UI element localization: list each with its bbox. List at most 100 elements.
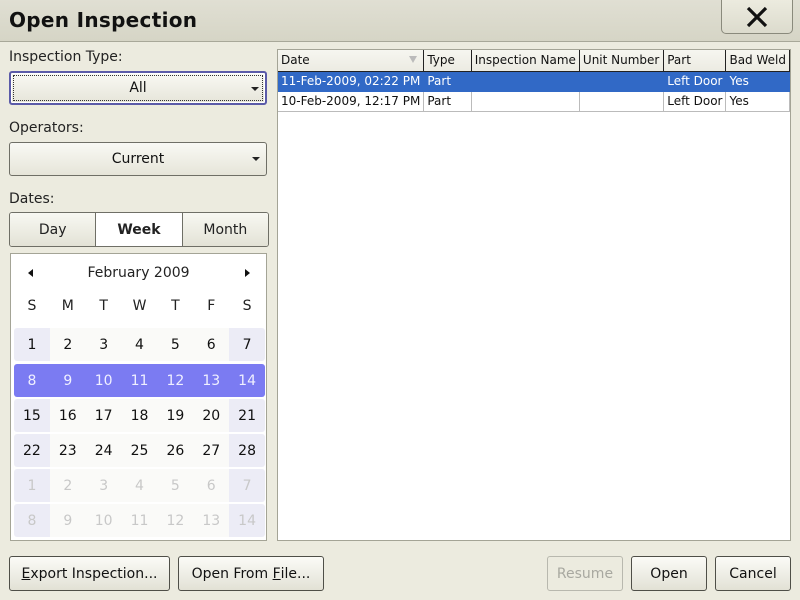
calendar-day[interactable]: 19 (157, 399, 194, 432)
weekday-label: W (132, 298, 147, 314)
inspection-type-value: All (129, 80, 147, 96)
calendar-day[interactable]: 7 (229, 469, 265, 502)
inspection-type-select[interactable]: All (9, 71, 267, 105)
cell-date: 11-Feb-2009, 02:22 PM (278, 71, 425, 92)
calendar-week[interactable]: 1234567 (14, 328, 265, 361)
column-header-label: Type (427, 53, 455, 68)
column-header-label: Part (667, 53, 691, 68)
cell-part: Left Door (663, 71, 727, 92)
calendar-day[interactable]: 14 (229, 364, 265, 397)
calendar-day[interactable]: 3 (85, 469, 122, 502)
operators-label: Operators: (9, 120, 84, 136)
weekday-label: S (242, 298, 252, 314)
calendar-day[interactable]: 14 (229, 504, 265, 537)
calendar-day[interactable]: 12 (157, 364, 193, 397)
column-header-type[interactable]: Type (423, 50, 472, 72)
calendar-day[interactable]: 9 (49, 504, 86, 537)
calendar-day[interactable]: 13 (193, 364, 229, 397)
dates-label: Dates: (9, 191, 55, 207)
column-header-part[interactable]: Part (663, 50, 727, 72)
cell-bad-weld: Yes (725, 91, 790, 112)
calendar-day[interactable]: 28 (229, 434, 265, 467)
column-header-unit-number[interactable]: Unit Number (579, 50, 665, 72)
calendar-day[interactable]: 13 (193, 504, 230, 537)
calendar-day[interactable]: 2 (49, 328, 86, 361)
calendar-week[interactable]: 15 16 17 18 19 20 21 (14, 399, 265, 432)
weekday-label: F (207, 298, 216, 314)
calendar-day[interactable]: 27 (193, 434, 230, 467)
calendar-day[interactable]: 4 (121, 469, 158, 502)
calendar-week[interactable]: 8 9 10 11 12 13 14 (14, 504, 265, 537)
weekday-label: M (61, 298, 74, 314)
calendar-day[interactable]: 11 (121, 504, 158, 537)
chevron-down-icon (251, 87, 259, 91)
cancel-button[interactable]: Cancel (715, 556, 791, 591)
open-from-file-button[interactable]: Open From File... (178, 556, 324, 591)
calendar-day[interactable]: 26 (157, 434, 194, 467)
table-row[interactable]: 11-Feb-2009, 02:22 PM Part Left Door Yes (278, 71, 790, 92)
inspection-table: Date Type Inspection Name Unit Number Part Ba… (277, 49, 791, 541)
cell-type: Part (423, 91, 472, 112)
operators-select[interactable]: Current (9, 142, 267, 176)
calendar-day[interactable]: 25 (121, 434, 158, 467)
weekday-label: S (27, 298, 37, 314)
calendar-day[interactable]: 16 (49, 399, 86, 432)
next-month-icon[interactable] (245, 269, 250, 277)
export-inspection-button[interactable]: Export Inspection... (9, 556, 170, 591)
calendar-day[interactable]: 1 (14, 328, 50, 361)
calendar-day[interactable]: 20 (193, 399, 230, 432)
calendar-day[interactable]: 17 (85, 399, 122, 432)
column-header-inspection-name[interactable]: Inspection Name (471, 50, 580, 72)
calendar-day[interactable]: 18 (121, 399, 158, 432)
calendar-day[interactable]: 21 (229, 399, 265, 432)
cell-inspection-name (470, 71, 580, 92)
title-bar: Open Inspection (0, 0, 800, 42)
calendar-day[interactable]: 4 (121, 328, 158, 361)
calendar-day[interactable]: 10 (86, 364, 122, 397)
sort-desc-icon (409, 56, 418, 63)
calendar-day[interactable]: 9 (50, 364, 86, 397)
calendar-day[interactable]: 3 (85, 328, 122, 361)
table-header: Date Type Inspection Name Unit Number Part Ba… (278, 50, 790, 72)
open-button[interactable]: Open (631, 556, 707, 591)
column-header-label: Bad Weld (729, 53, 786, 68)
calendar-day[interactable]: 8 (14, 364, 50, 397)
calendar-day[interactable]: 6 (193, 328, 230, 361)
calendar-day[interactable]: 6 (193, 469, 230, 502)
calendar-day[interactable]: 10 (85, 504, 122, 537)
calendar-day[interactable]: 12 (157, 504, 194, 537)
weekday-label: T (171, 298, 180, 314)
cell-part: Left Door (663, 91, 727, 112)
calendar-day[interactable]: 15 (14, 399, 50, 432)
calendar-week[interactable]: 1234567 (14, 469, 265, 502)
date-range-toggle: Day Week Month (9, 212, 269, 247)
calendar-day[interactable]: 5 (157, 469, 194, 502)
cell-unit-number (579, 91, 665, 112)
column-header-label: Date (281, 53, 310, 68)
column-header-bad-weld[interactable]: Bad Weld (725, 50, 790, 72)
cell-bad-weld: Yes (725, 71, 790, 92)
calendar-week-selected[interactable]: 8 9 10 11 12 13 14 (14, 364, 265, 397)
calendar-day[interactable]: 23 (49, 434, 86, 467)
table-row[interactable]: 10-Feb-2009, 12:17 PM Part Left Door Yes (278, 91, 790, 112)
range-month-button[interactable]: Month (182, 213, 268, 246)
weekday-header: SMTWTFS (14, 298, 265, 314)
calendar-day[interactable]: 8 (14, 504, 50, 537)
calendar-day[interactable]: 24 (85, 434, 122, 467)
calendar-day[interactable]: 2 (49, 469, 86, 502)
calendar: February 2009 SMTWTFS 1 2 3 4 5 6 7 8 9 10 11 12 13 1… (10, 253, 267, 541)
calendar-day[interactable]: 7 (229, 328, 265, 361)
calendar-day[interactable]: 11 (122, 364, 158, 397)
resume-button[interactable]: Resume (547, 556, 623, 591)
calendar-week[interactable]: 22 23 24 25 26 27 28 (14, 434, 265, 467)
range-day-button[interactable]: Day (10, 213, 97, 246)
close-button[interactable] (721, 0, 793, 34)
calendar-day[interactable]: 1 (14, 469, 50, 502)
cell-inspection-name (471, 91, 580, 112)
close-icon (746, 6, 768, 27)
calendar-day[interactable]: 22 (14, 434, 50, 467)
column-header-date[interactable]: Date (278, 50, 425, 72)
range-week-button[interactable]: Week (96, 213, 183, 246)
calendar-day[interactable]: 5 (157, 328, 194, 361)
calendar-month-label: February 2009 (87, 265, 190, 281)
